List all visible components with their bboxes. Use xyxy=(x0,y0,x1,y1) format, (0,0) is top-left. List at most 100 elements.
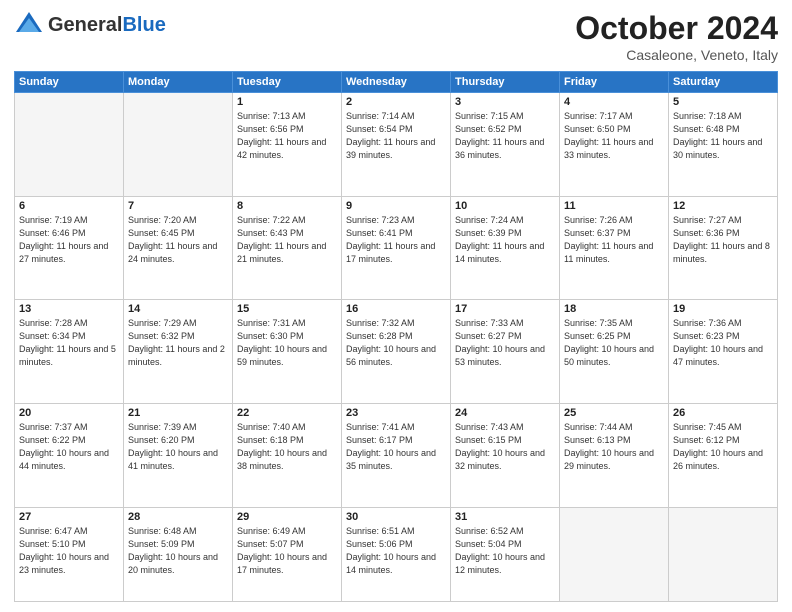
weekday-header: Saturday xyxy=(669,72,778,93)
day-detail: Sunrise: 7:35 AM Sunset: 6:25 PM Dayligh… xyxy=(564,317,664,369)
page: GeneralBlue October 2024 Casaleone, Vene… xyxy=(0,0,792,612)
day-number: 26 xyxy=(673,407,773,419)
day-detail: Sunrise: 7:44 AM Sunset: 6:13 PM Dayligh… xyxy=(564,421,664,473)
calendar-cell: 14 Sunrise: 7:29 AM Sunset: 6:32 PM Dayli… xyxy=(124,300,233,404)
day-number: 10 xyxy=(455,200,555,212)
day-number: 9 xyxy=(346,200,446,212)
calendar-cell: 12 Sunrise: 7:27 AM Sunset: 6:36 PM Dayli… xyxy=(669,196,778,300)
day-detail: Sunrise: 6:47 AM Sunset: 5:10 PM Dayligh… xyxy=(19,525,119,577)
calendar-cell: 5 Sunrise: 7:18 AM Sunset: 6:48 PM Daylig… xyxy=(669,93,778,197)
day-number: 1 xyxy=(237,96,337,108)
day-detail: Sunrise: 7:36 AM Sunset: 6:23 PM Dayligh… xyxy=(673,317,773,369)
calendar-week-row: 6 Sunrise: 7:19 AM Sunset: 6:46 PM Daylig… xyxy=(15,196,778,300)
calendar-cell: 8 Sunrise: 7:22 AM Sunset: 6:43 PM Daylig… xyxy=(233,196,342,300)
calendar-cell: 13 Sunrise: 7:28 AM Sunset: 6:34 PM Dayli… xyxy=(15,300,124,404)
day-detail: Sunrise: 7:18 AM Sunset: 6:48 PM Dayligh… xyxy=(673,110,773,162)
calendar-cell: 16Sunrise: 7:32 AM Sunset: 6:28 PM Dayli… xyxy=(342,300,451,404)
day-number: 13 xyxy=(19,303,119,315)
weekday-header: Thursday xyxy=(451,72,560,93)
calendar-cell: 3 Sunrise: 7:15 AM Sunset: 6:52 PM Daylig… xyxy=(451,93,560,197)
day-number: 29 xyxy=(237,511,337,523)
day-number: 5 xyxy=(673,96,773,108)
calendar-cell: 2Sunrise: 7:14 AM Sunset: 6:54 PM Daylig… xyxy=(342,93,451,197)
calendar-cell: 18Sunrise: 7:35 AM Sunset: 6:25 PM Dayli… xyxy=(560,300,669,404)
day-number: 14 xyxy=(128,303,228,315)
day-number: 20 xyxy=(19,407,119,419)
calendar-cell: 20 Sunrise: 7:37 AM Sunset: 6:22 PM Dayli… xyxy=(15,404,124,508)
day-number: 28 xyxy=(128,511,228,523)
calendar-week-row: 20 Sunrise: 7:37 AM Sunset: 6:22 PM Dayli… xyxy=(15,404,778,508)
title-block: October 2024 Casaleone, Veneto, Italy xyxy=(575,10,778,63)
day-number: 17 xyxy=(455,303,555,315)
day-number: 24 xyxy=(455,407,555,419)
calendar-cell: 7Sunrise: 7:20 AM Sunset: 6:45 PM Daylig… xyxy=(124,196,233,300)
day-number: 27 xyxy=(19,511,119,523)
day-detail: Sunrise: 7:19 AM Sunset: 6:46 PM Dayligh… xyxy=(19,214,119,266)
day-detail: Sunrise: 7:41 AM Sunset: 6:17 PM Dayligh… xyxy=(346,421,446,473)
calendar-cell: 10 Sunrise: 7:24 AM Sunset: 6:39 PM Dayli… xyxy=(451,196,560,300)
calendar-cell: 19 Sunrise: 7:36 AM Sunset: 6:23 PM Dayli… xyxy=(669,300,778,404)
day-detail: Sunrise: 7:23 AM Sunset: 6:41 PM Dayligh… xyxy=(346,214,446,266)
day-detail: Sunrise: 7:22 AM Sunset: 6:43 PM Dayligh… xyxy=(237,214,337,266)
day-detail: Sunrise: 7:26 AM Sunset: 6:37 PM Dayligh… xyxy=(564,214,664,266)
calendar-cell: 31 Sunrise: 6:52 AM Sunset: 5:04 PM Dayli… xyxy=(451,507,560,601)
calendar-cell: 29 Sunrise: 6:49 AM Sunset: 5:07 PM Dayli… xyxy=(233,507,342,601)
day-detail: Sunrise: 6:49 AM Sunset: 5:07 PM Dayligh… xyxy=(237,525,337,577)
day-detail: Sunrise: 7:29 AM Sunset: 6:32 PM Dayligh… xyxy=(128,317,228,369)
logo-icon xyxy=(14,10,44,40)
logo: GeneralBlue xyxy=(14,10,166,40)
day-detail: Sunrise: 7:37 AM Sunset: 6:22 PM Dayligh… xyxy=(19,421,119,473)
calendar-cell: 30Sunrise: 6:51 AM Sunset: 5:06 PM Dayli… xyxy=(342,507,451,601)
calendar-cell: 23Sunrise: 7:41 AM Sunset: 6:17 PM Dayli… xyxy=(342,404,451,508)
calendar-week-row: 13 Sunrise: 7:28 AM Sunset: 6:34 PM Dayli… xyxy=(15,300,778,404)
calendar-week-row: 27 Sunrise: 6:47 AM Sunset: 5:10 PM Dayli… xyxy=(15,507,778,601)
day-detail: Sunrise: 7:40 AM Sunset: 6:18 PM Dayligh… xyxy=(237,421,337,473)
day-detail: Sunrise: 7:15 AM Sunset: 6:52 PM Dayligh… xyxy=(455,110,555,162)
day-detail: Sunrise: 7:28 AM Sunset: 6:34 PM Dayligh… xyxy=(19,317,119,369)
day-detail: Sunrise: 7:17 AM Sunset: 6:50 PM Dayligh… xyxy=(564,110,664,162)
day-detail: Sunrise: 6:52 AM Sunset: 5:04 PM Dayligh… xyxy=(455,525,555,577)
day-detail: Sunrise: 7:45 AM Sunset: 6:12 PM Dayligh… xyxy=(673,421,773,473)
calendar-cell: 26 Sunrise: 7:45 AM Sunset: 6:12 PM Dayli… xyxy=(669,404,778,508)
day-number: 31 xyxy=(455,511,555,523)
day-detail: Sunrise: 7:13 AM Sunset: 6:56 PM Dayligh… xyxy=(237,110,337,162)
calendar-table: SundayMondayTuesdayWednesdayThursdayFrid… xyxy=(14,71,778,602)
day-detail: Sunrise: 7:32 AM Sunset: 6:28 PM Dayligh… xyxy=(346,317,446,369)
day-number: 21 xyxy=(128,407,228,419)
day-detail: Sunrise: 7:27 AM Sunset: 6:36 PM Dayligh… xyxy=(673,214,773,266)
day-number: 3 xyxy=(455,96,555,108)
calendar-cell xyxy=(15,93,124,197)
day-number: 19 xyxy=(673,303,773,315)
subtitle: Casaleone, Veneto, Italy xyxy=(575,47,778,63)
weekday-header: Friday xyxy=(560,72,669,93)
calendar-cell: 21 Sunrise: 7:39 AM Sunset: 6:20 PM Dayli… xyxy=(124,404,233,508)
logo-text: GeneralBlue xyxy=(48,15,166,35)
calendar-cell xyxy=(124,93,233,197)
calendar-cell xyxy=(669,507,778,601)
day-detail: Sunrise: 7:20 AM Sunset: 6:45 PM Dayligh… xyxy=(128,214,228,266)
calendar-cell: 25Sunrise: 7:44 AM Sunset: 6:13 PM Dayli… xyxy=(560,404,669,508)
day-detail: Sunrise: 7:31 AM Sunset: 6:30 PM Dayligh… xyxy=(237,317,337,369)
calendar-cell: 17Sunrise: 7:33 AM Sunset: 6:27 PM Dayli… xyxy=(451,300,560,404)
day-detail: Sunrise: 7:43 AM Sunset: 6:15 PM Dayligh… xyxy=(455,421,555,473)
weekday-header: Sunday xyxy=(15,72,124,93)
weekday-header: Wednesday xyxy=(342,72,451,93)
day-number: 6 xyxy=(19,200,119,212)
day-number: 8 xyxy=(237,200,337,212)
header: GeneralBlue October 2024 Casaleone, Vene… xyxy=(14,10,778,63)
day-detail: Sunrise: 7:24 AM Sunset: 6:39 PM Dayligh… xyxy=(455,214,555,266)
day-detail: Sunrise: 7:39 AM Sunset: 6:20 PM Dayligh… xyxy=(128,421,228,473)
calendar-cell: 27 Sunrise: 6:47 AM Sunset: 5:10 PM Dayli… xyxy=(15,507,124,601)
day-number: 12 xyxy=(673,200,773,212)
calendar-cell: 22Sunrise: 7:40 AM Sunset: 6:18 PM Dayli… xyxy=(233,404,342,508)
calendar-cell: 4Sunrise: 7:17 AM Sunset: 6:50 PM Daylig… xyxy=(560,93,669,197)
weekday-header-row: SundayMondayTuesdayWednesdayThursdayFrid… xyxy=(15,72,778,93)
day-number: 11 xyxy=(564,200,664,212)
calendar-week-row: 1 Sunrise: 7:13 AM Sunset: 6:56 PM Daylig… xyxy=(15,93,778,197)
calendar-cell: 9 Sunrise: 7:23 AM Sunset: 6:41 PM Daylig… xyxy=(342,196,451,300)
day-detail: Sunrise: 6:48 AM Sunset: 5:09 PM Dayligh… xyxy=(128,525,228,577)
day-number: 2 xyxy=(346,96,446,108)
day-detail: Sunrise: 6:51 AM Sunset: 5:06 PM Dayligh… xyxy=(346,525,446,577)
calendar-cell xyxy=(560,507,669,601)
calendar-cell: 1 Sunrise: 7:13 AM Sunset: 6:56 PM Daylig… xyxy=(233,93,342,197)
